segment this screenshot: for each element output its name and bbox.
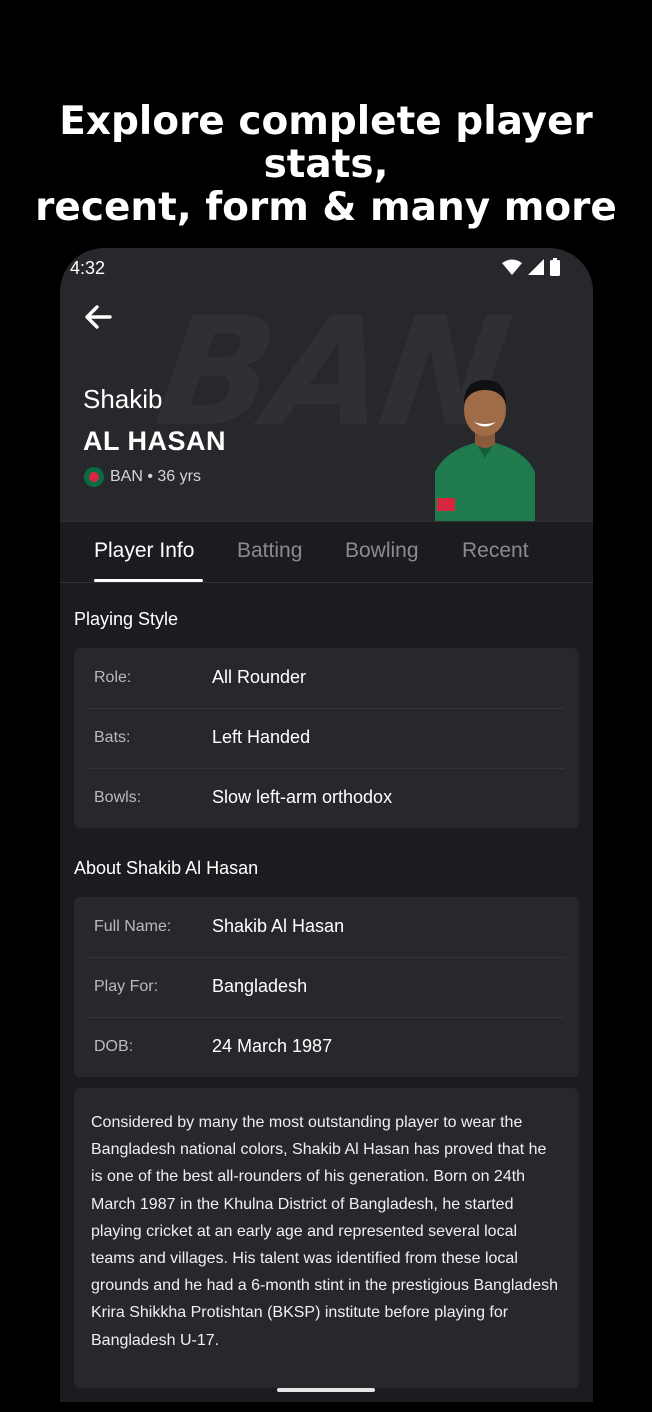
player-first-name: Shakib (83, 384, 163, 414)
bowls-value: Slow left-arm orthodox (212, 787, 393, 807)
dob-label: DOB: (94, 1038, 134, 1055)
signal-icon (528, 259, 544, 275)
tab-batting[interactable]: Batting (237, 539, 302, 563)
player-country: BAN (110, 468, 143, 485)
bats-label: Bats: (94, 729, 131, 746)
bats-value: Left Handed (212, 727, 311, 747)
role-value: All Rounder (212, 667, 307, 687)
player-last-name: AL HASAN (83, 426, 227, 456)
tab-player-info[interactable]: Player Info (94, 539, 194, 563)
player-age: 36 yrs (157, 468, 201, 485)
battery-icon (550, 258, 560, 276)
table-row: Role: All Rounder (74, 648, 579, 708)
playing-style-card: Role: All Rounder Bats: Left Handed Bowl… (74, 648, 579, 828)
table-row: Play For: Bangladesh (74, 957, 579, 1017)
meta-separator: • (142, 468, 158, 485)
full-name-value: Shakib Al Hasan (212, 916, 345, 936)
about-card: Full Name: Shakib Al Hasan Play For: Ban… (74, 897, 579, 1077)
bowls-label: Bowls: (94, 789, 142, 806)
active-tab-indicator (94, 579, 203, 582)
full-name-label: Full Name: (94, 918, 172, 935)
player-photo (435, 380, 535, 521)
dob-value: 24 March 1987 (212, 1036, 333, 1056)
table-row: Bats: Left Handed (74, 708, 579, 768)
tab-bowling[interactable]: Bowling (345, 539, 419, 563)
player-header: BAN 4:32 Shakib AL HASAN BAN • 36 yrs (60, 248, 593, 521)
table-row: Bowls: Slow left-arm orthodox (74, 768, 579, 828)
phone-frame: BAN 4:32 Shakib AL HASAN BAN • 36 yrs Pl… (60, 248, 593, 1402)
player-meta: BAN • 36 yrs (84, 467, 201, 487)
role-label: Role: (94, 669, 132, 686)
tab-recent[interactable]: Recent (462, 539, 529, 563)
table-row: Full Name: Shakib Al Hasan (74, 897, 579, 957)
wifi-icon (502, 259, 522, 275)
promo-headline-line1: Explore complete player stats, (59, 99, 593, 187)
back-arrow-icon[interactable] (82, 303, 114, 331)
status-bar: 4:32 (70, 256, 560, 280)
player-bio: Considered by many the most outstanding … (74, 1088, 579, 1388)
bangladesh-flag-icon (84, 467, 104, 487)
table-row: DOB: 24 March 1987 (74, 1017, 579, 1077)
play-for-value: Bangladesh (212, 976, 308, 996)
home-indicator[interactable] (277, 1388, 375, 1392)
status-icons (502, 258, 560, 276)
about-title: About Shakib Al Hasan (74, 858, 259, 878)
promo-headline-line2: recent, form & many more (35, 185, 617, 230)
tab-bar: Player Info Batting Bowling Recent (60, 521, 593, 583)
promo-headline: Explore complete player stats, recent, f… (0, 100, 652, 229)
play-for-label: Play For: (94, 978, 159, 995)
status-time: 4:32 (70, 258, 106, 278)
playing-style-title: Playing Style (74, 609, 179, 629)
